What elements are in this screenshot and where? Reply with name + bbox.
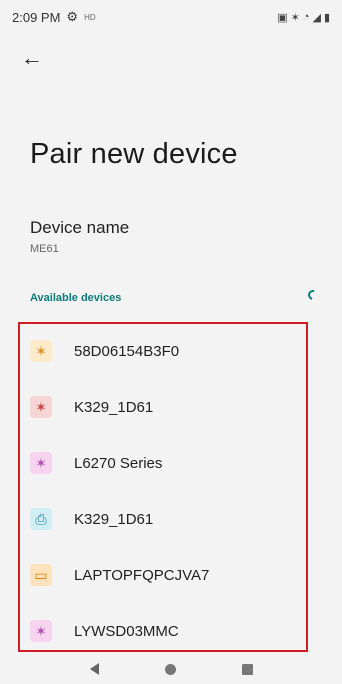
page-title: Pair new device <box>30 138 238 170</box>
arrow-left-icon: ← <box>21 45 43 70</box>
device-item[interactable]: ✶ K329_1D61 <box>18 379 308 435</box>
available-devices-header: Available devices <box>30 292 122 304</box>
bluetooth-icon: ✶ <box>30 620 52 642</box>
hd-icon: HD <box>84 12 96 22</box>
device-label: LYWSD03MMC <box>74 622 179 640</box>
screenshot-icon: ▣ <box>277 11 288 24</box>
device-label: 58D06154B3F0 <box>74 342 180 360</box>
device-item[interactable]: ✶ 58D06154B3F0 <box>18 323 308 379</box>
home-nav-icon[interactable] <box>164 663 176 675</box>
device-label: LAPTOPFQPCJVA7 <box>74 566 210 584</box>
device-item[interactable]: ▭ LAPTOPFQPCJVA7 <box>18 547 308 603</box>
status-bar: 2:09 PM ⚙ HD ▣ ✶ ◔ ◢ ▮ <box>0 0 342 34</box>
bluetooth-icon: ✶ <box>30 452 52 474</box>
wifi-icon: ◔ <box>302 11 310 23</box>
status-right: ▣ ✶ ◔ ◢ ▮ <box>277 11 330 24</box>
device-label: L6270 Series <box>74 454 163 472</box>
system-nav-bar <box>0 654 342 684</box>
gear-icon: ⚙ <box>66 9 79 24</box>
device-item[interactable]: ⎙ K329_1D61 <box>18 491 308 547</box>
bluetooth-icon: ✶ <box>30 340 52 362</box>
battery-icon: ▮ <box>323 11 330 24</box>
device-name-label[interactable]: Device name <box>30 218 129 238</box>
status-time: 2:09 PM <box>12 9 61 25</box>
back-button[interactable]: ← <box>18 44 46 72</box>
device-item[interactable]: ✶ LYWSD03MMC <box>18 603 308 659</box>
back-nav-icon[interactable] <box>89 663 99 675</box>
bluetooth-icon: ✶ <box>30 396 52 418</box>
bluetooth-icon: ✶ <box>290 11 300 24</box>
status-left: 2:09 PM ⚙ HD <box>12 9 96 25</box>
device-name-value: ME61 <box>30 243 59 255</box>
signal-icon: ◢ <box>312 11 321 24</box>
laptop-icon: ▭ <box>30 564 52 586</box>
printer-icon: ⎙ <box>30 508 52 530</box>
device-item[interactable]: ✶ L6270 Series <box>18 435 308 491</box>
recents-nav-icon[interactable] <box>241 663 253 675</box>
scanning-spinner-icon <box>306 288 320 302</box>
device-label: K329_1D61 <box>74 510 154 528</box>
device-label: K329_1D61 <box>74 398 154 416</box>
device-list: ✶ 58D06154B3F0 ✶ K329_1D61 ✶ L6270 Series ⎙ K32… <box>18 322 308 659</box>
